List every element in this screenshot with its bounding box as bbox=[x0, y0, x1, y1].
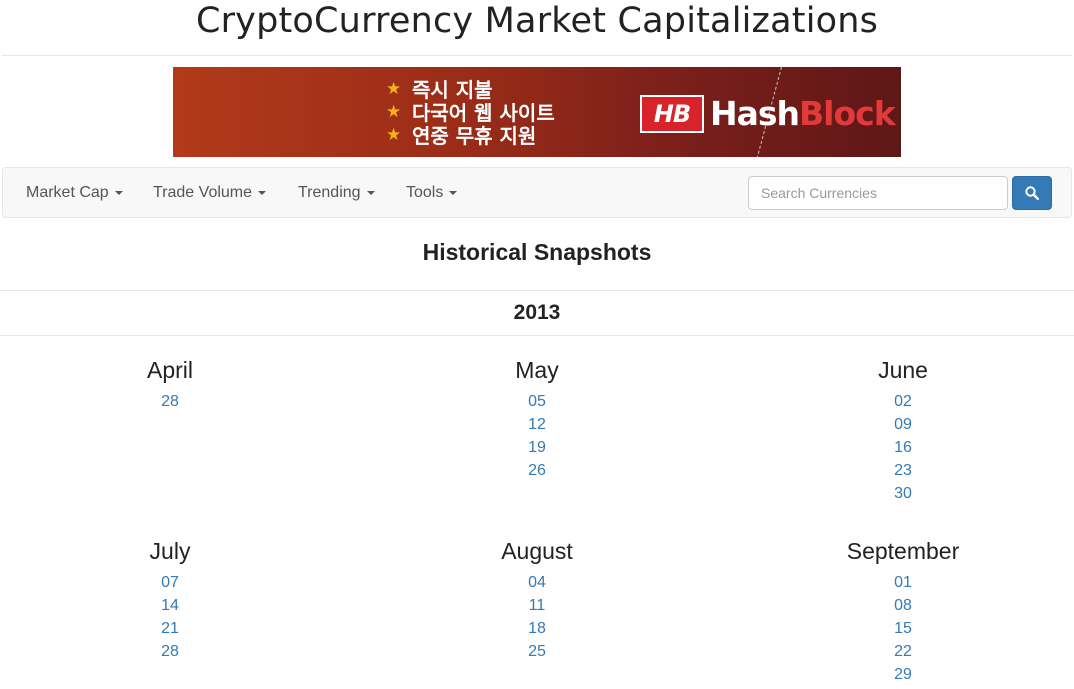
star-icon: ★ bbox=[386, 101, 402, 122]
month-july: July 07 14 21 28 bbox=[20, 537, 320, 663]
site-title: CryptoCurrency Market Capitalizations bbox=[195, 1, 879, 41]
page-title: Historical Snapshots bbox=[422, 239, 652, 265]
banner-text-block: ★ 즉시 지불 ★ 다국어 웹 사이트 ★ 연중 무휴 지원 bbox=[386, 77, 555, 148]
snapshot-date-link[interactable]: 26 bbox=[387, 459, 687, 482]
month-september: September 01 08 15 22 29 bbox=[753, 537, 1053, 686]
logo-badge: HB bbox=[640, 94, 704, 133]
snapshot-date-link[interactable]: 11 bbox=[387, 594, 687, 617]
section-divider bbox=[0, 290, 1074, 291]
snapshot-date-link[interactable]: 21 bbox=[20, 617, 320, 640]
snapshot-date-link[interactable]: 14 bbox=[20, 594, 320, 617]
caret-down-icon bbox=[366, 190, 375, 195]
star-icon: ★ bbox=[386, 78, 402, 99]
year-heading: 2013 bbox=[513, 301, 561, 324]
snapshot-date-link[interactable]: 16 bbox=[753, 436, 1053, 459]
month-name: July bbox=[149, 538, 191, 564]
month-june: June 02 09 16 23 30 bbox=[753, 356, 1053, 505]
snapshot-date-link[interactable]: 08 bbox=[753, 594, 1053, 617]
nav-tools[interactable]: Tools bbox=[406, 168, 458, 217]
logo-text-hash: Hash bbox=[710, 94, 800, 133]
banner-line-text: 연중 무휴 지원 bbox=[412, 124, 537, 148]
nav-market-cap[interactable]: Market Cap bbox=[26, 168, 123, 217]
snapshot-date-link[interactable]: 02 bbox=[753, 390, 1053, 413]
snapshot-date-link[interactable]: 12 bbox=[387, 413, 687, 436]
search-input[interactable] bbox=[748, 176, 1008, 210]
snapshot-date-link[interactable]: 29 bbox=[753, 663, 1053, 686]
month-name: August bbox=[501, 538, 573, 564]
snapshot-date-link[interactable]: 22 bbox=[753, 640, 1053, 663]
snapshot-date-link[interactable]: 23 bbox=[753, 459, 1053, 482]
month-name: June bbox=[878, 357, 928, 383]
search-icon bbox=[1025, 186, 1039, 200]
month-april: April 28 bbox=[20, 356, 320, 413]
caret-down-icon bbox=[449, 190, 458, 195]
snapshot-date-link[interactable]: 18 bbox=[387, 617, 687, 640]
snapshot-date-link[interactable]: 07 bbox=[20, 571, 320, 594]
search-button[interactable] bbox=[1012, 176, 1052, 210]
snapshot-date-link[interactable]: 04 bbox=[387, 571, 687, 594]
navbar: Market Cap Trade Volume Trending Tools bbox=[2, 167, 1072, 218]
caret-down-icon bbox=[258, 190, 267, 195]
hashblock-logo: HB HashBlock bbox=[640, 94, 896, 133]
section-divider bbox=[0, 335, 1074, 336]
month-name: April bbox=[146, 357, 193, 383]
month-name: September bbox=[846, 538, 960, 564]
nav-label: Market Cap bbox=[26, 184, 109, 201]
banner-line: ★ 연중 무휴 지원 bbox=[386, 123, 555, 148]
snapshot-date-link[interactable]: 05 bbox=[387, 390, 687, 413]
logo-text-block: Block bbox=[799, 94, 896, 133]
snapshot-date-link[interactable]: 25 bbox=[387, 640, 687, 663]
nav-trade-volume[interactable]: Trade Volume bbox=[153, 168, 267, 217]
snapshot-date-link[interactable]: 09 bbox=[753, 413, 1053, 436]
star-icon: ★ bbox=[386, 124, 402, 145]
snapshot-date-link[interactable]: 19 bbox=[387, 436, 687, 459]
snapshot-date-link[interactable]: 01 bbox=[753, 571, 1053, 594]
title-divider bbox=[2, 55, 1072, 56]
nav-label: Trending bbox=[298, 184, 361, 201]
snapshot-date-link[interactable]: 30 bbox=[753, 482, 1053, 505]
snapshot-date-link[interactable]: 15 bbox=[753, 617, 1053, 640]
month-may: May 05 12 19 26 bbox=[387, 356, 687, 482]
caret-down-icon bbox=[114, 190, 123, 195]
nav-label: Tools bbox=[406, 184, 444, 201]
snapshot-date-link[interactable]: 28 bbox=[20, 640, 320, 663]
advertisement-banner[interactable]: ★ 즉시 지불 ★ 다국어 웹 사이트 ★ 연중 무휴 지원 HB HashBlock bbox=[173, 67, 901, 157]
snapshot-date-link[interactable]: 28 bbox=[20, 390, 320, 413]
nav-label: Trade Volume bbox=[153, 184, 253, 201]
month-august: August 04 11 18 25 bbox=[387, 537, 687, 663]
logo-wordmark: HashBlock bbox=[710, 94, 896, 133]
month-name: May bbox=[515, 357, 559, 383]
nav-trending[interactable]: Trending bbox=[298, 168, 375, 217]
